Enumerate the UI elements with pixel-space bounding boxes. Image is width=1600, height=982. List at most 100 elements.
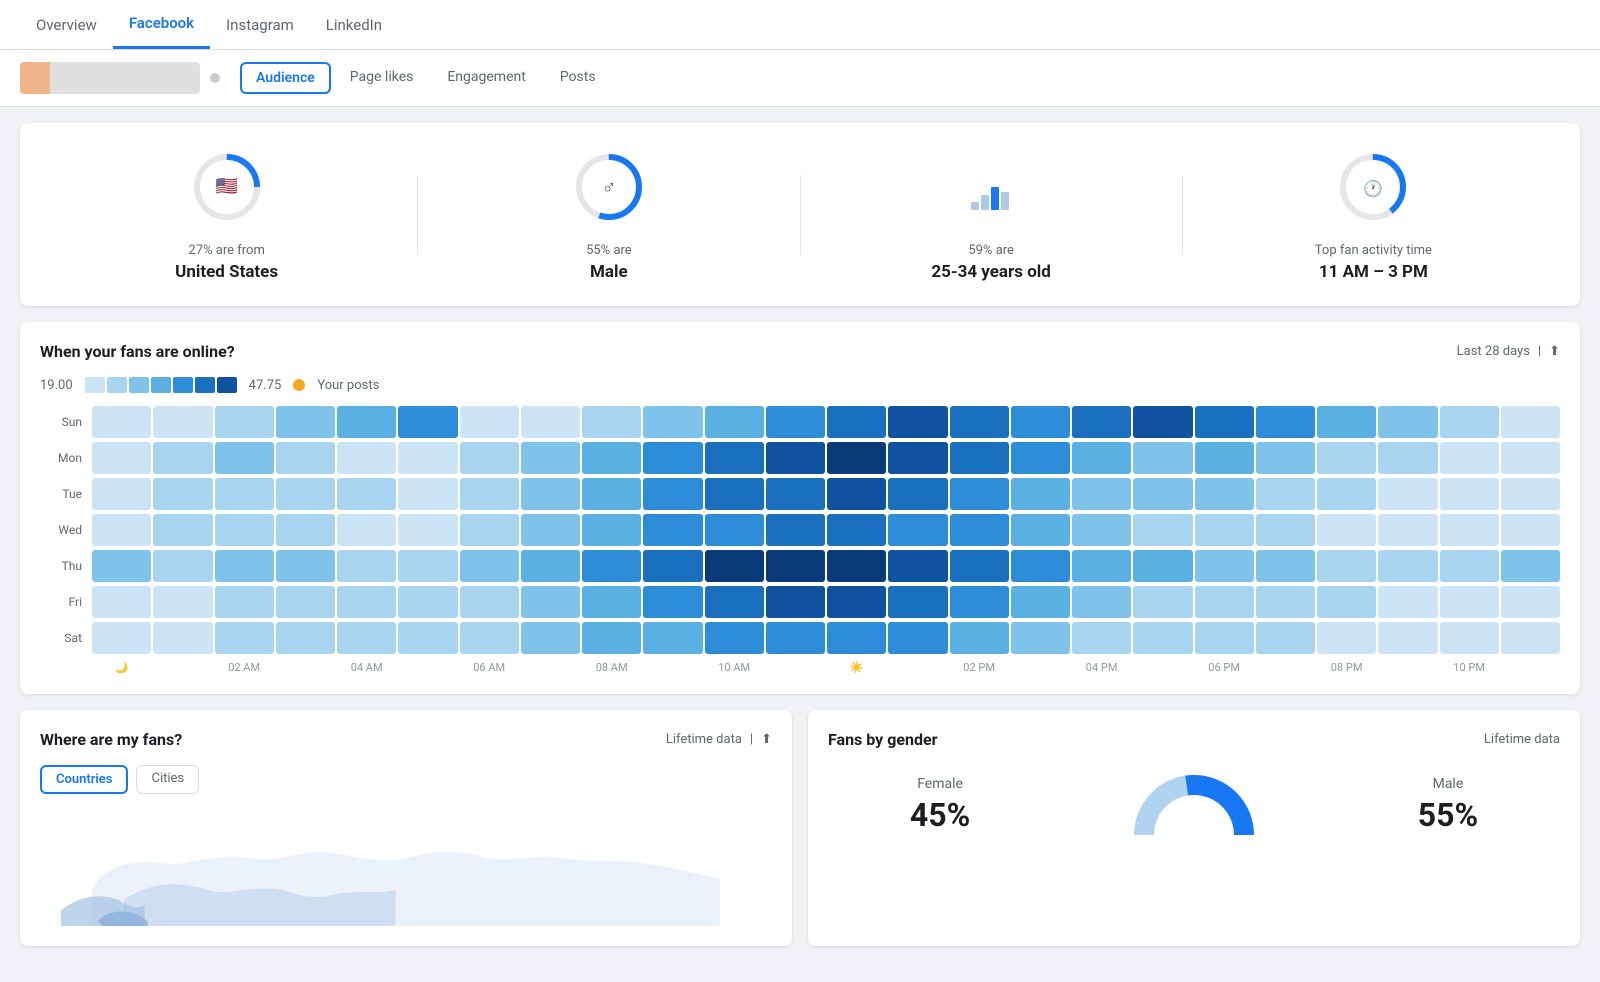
heatmap-cell[interactable] — [153, 622, 212, 654]
heatmap-cell[interactable] — [1440, 478, 1499, 510]
heatmap-cell[interactable] — [643, 514, 702, 546]
heatmap-cell[interactable] — [1011, 442, 1070, 474]
heatmap-cell[interactable] — [1378, 586, 1437, 618]
heatmap-cell[interactable] — [827, 442, 886, 474]
heatmap-cell[interactable] — [1256, 622, 1315, 654]
tab-cities[interactable]: Cities — [136, 765, 199, 794]
heatmap-cell[interactable] — [521, 442, 580, 474]
heatmap-cell[interactable] — [1501, 550, 1560, 582]
heatmap-cell[interactable] — [1378, 622, 1437, 654]
heatmap-cell[interactable] — [950, 586, 1009, 618]
heatmap-cell[interactable] — [1256, 514, 1315, 546]
heatmap-cell[interactable] — [1317, 514, 1376, 546]
heatmap-cell[interactable] — [1501, 442, 1560, 474]
heatmap-cell[interactable] — [950, 622, 1009, 654]
nav-instagram[interactable]: Instagram — [210, 2, 310, 48]
heatmap-cell[interactable] — [766, 550, 825, 582]
heatmap-cell[interactable] — [643, 406, 702, 438]
heatmap-cell[interactable] — [643, 586, 702, 618]
heatmap-cell[interactable] — [1133, 478, 1192, 510]
heatmap-cell[interactable] — [888, 586, 947, 618]
heatmap-cell[interactable] — [1501, 586, 1560, 618]
heatmap-cell[interactable] — [643, 622, 702, 654]
heatmap-cell[interactable] — [460, 442, 519, 474]
heatmap-cell[interactable] — [276, 442, 335, 474]
heatmap-cell[interactable] — [766, 406, 825, 438]
heatmap-cell[interactable] — [276, 550, 335, 582]
heatmap-cell[interactable] — [1440, 406, 1499, 438]
heatmap-cell[interactable] — [1378, 442, 1437, 474]
heatmap-cell[interactable] — [276, 478, 335, 510]
heatmap-cell[interactable] — [92, 442, 151, 474]
heatmap-cell[interactable] — [215, 406, 274, 438]
heatmap-cell[interactable] — [888, 514, 947, 546]
heatmap-cell[interactable] — [582, 406, 641, 438]
heatmap-cell[interactable] — [1072, 406, 1131, 438]
heatmap-cell[interactable] — [1440, 586, 1499, 618]
heatmap-cell[interactable] — [582, 478, 641, 510]
heatmap-cell[interactable] — [766, 622, 825, 654]
heatmap-cell[interactable] — [705, 514, 764, 546]
heatmap-cell[interactable] — [1133, 406, 1192, 438]
heatmap-cell[interactable] — [153, 406, 212, 438]
heatmap-cell[interactable] — [337, 514, 396, 546]
heatmap-cell[interactable] — [1072, 514, 1131, 546]
heatmap-cell[interactable] — [1011, 514, 1070, 546]
heatmap-cell[interactable] — [276, 514, 335, 546]
heatmap-cell[interactable] — [1133, 586, 1192, 618]
heatmap-cell[interactable] — [1378, 406, 1437, 438]
heatmap-cell[interactable] — [1072, 478, 1131, 510]
tab-posts[interactable]: Posts — [545, 62, 611, 94]
heatmap-cell[interactable] — [1195, 406, 1254, 438]
heatmap-cell[interactable] — [582, 442, 641, 474]
heatmap-cell[interactable] — [705, 478, 764, 510]
heatmap-cell[interactable] — [215, 514, 274, 546]
heatmap-cell[interactable] — [643, 550, 702, 582]
heatmap-cell[interactable] — [950, 406, 1009, 438]
nav-overview[interactable]: Overview — [20, 2, 113, 48]
heatmap-cell[interactable] — [1317, 622, 1376, 654]
heatmap-cell[interactable] — [1011, 622, 1070, 654]
heatmap-cell[interactable] — [827, 586, 886, 618]
heatmap-cell[interactable] — [460, 478, 519, 510]
heatmap-cell[interactable] — [888, 478, 947, 510]
heatmap-cell[interactable] — [460, 406, 519, 438]
location-upload-icon[interactable]: ⬆ — [761, 732, 772, 747]
heatmap-cell[interactable] — [766, 586, 825, 618]
heatmap-cell[interactable] — [521, 478, 580, 510]
heatmap-cell[interactable] — [398, 550, 457, 582]
heatmap-cell[interactable] — [215, 586, 274, 618]
heatmap-cell[interactable] — [1011, 406, 1070, 438]
heatmap-cell[interactable] — [827, 406, 886, 438]
nav-facebook[interactable]: Facebook — [113, 0, 210, 49]
heatmap-cell[interactable] — [337, 442, 396, 474]
heatmap-cell[interactable] — [1011, 550, 1070, 582]
heatmap-cell[interactable] — [950, 442, 1009, 474]
heatmap-cell[interactable] — [1195, 442, 1254, 474]
heatmap-cell[interactable] — [521, 622, 580, 654]
heatmap-cell[interactable] — [1501, 514, 1560, 546]
upload-icon[interactable]: ⬆ — [1549, 344, 1560, 359]
heatmap-cell[interactable] — [1195, 478, 1254, 510]
nav-linkedin[interactable]: LinkedIn — [310, 2, 398, 48]
heatmap-cell[interactable] — [1133, 622, 1192, 654]
heatmap-cell[interactable] — [92, 586, 151, 618]
heatmap-cell[interactable] — [1072, 442, 1131, 474]
heatmap-cell[interactable] — [950, 478, 1009, 510]
heatmap-cell[interactable] — [337, 550, 396, 582]
heatmap-cell[interactable] — [398, 442, 457, 474]
heatmap-cell[interactable] — [766, 442, 825, 474]
heatmap-cell[interactable] — [705, 406, 764, 438]
heatmap-cell[interactable] — [1195, 550, 1254, 582]
heatmap-cell[interactable] — [766, 478, 825, 510]
heatmap-cell[interactable] — [215, 550, 274, 582]
heatmap-cell[interactable] — [643, 442, 702, 474]
heatmap-cell[interactable] — [888, 550, 947, 582]
heatmap-cell[interactable] — [337, 622, 396, 654]
heatmap-cell[interactable] — [827, 622, 886, 654]
heatmap-cell[interactable] — [1440, 550, 1499, 582]
heatmap-cell[interactable] — [1195, 586, 1254, 618]
tab-engagement[interactable]: Engagement — [432, 62, 540, 94]
heatmap-cell[interactable] — [1072, 586, 1131, 618]
heatmap-cell[interactable] — [705, 622, 764, 654]
